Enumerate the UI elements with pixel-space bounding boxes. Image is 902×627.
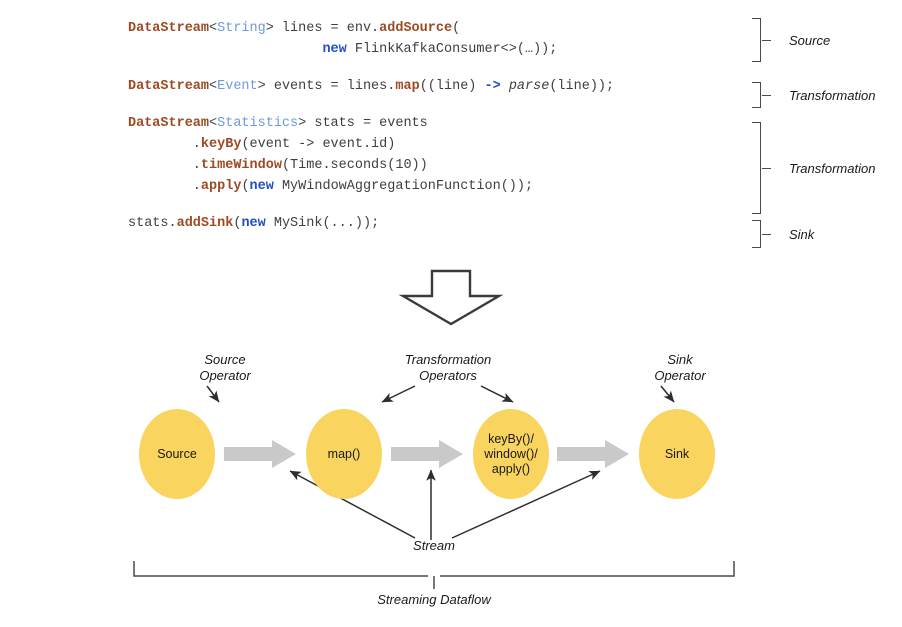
code-token-kw: ->	[484, 79, 501, 94]
code-line: .keyBy(event -> event.id)	[128, 134, 748, 155]
curly-brace-icon	[752, 82, 771, 108]
code-token-kw: new	[249, 179, 274, 194]
code-token-kw: new	[322, 42, 347, 57]
code-token-plain: MyWindowAggregationFunction());	[273, 179, 534, 194]
code-token-plain: > lines = env.	[265, 21, 380, 36]
flow-arrow-source-to-map	[224, 440, 296, 468]
code-token-plain: stats.	[128, 216, 177, 231]
code-line: new FlinkKafkaConsumer<>(…));	[128, 39, 748, 60]
node-map[interactable]: map()	[306, 409, 382, 499]
annotation-source-0: Source	[752, 18, 830, 62]
node-label: keyBy()/ window()/ apply()	[484, 431, 538, 476]
code-token-plain: .	[128, 179, 201, 194]
flink-dataflow-figure: DataStream<String> lines = env.addSource…	[0, 0, 902, 627]
code-token-type: DataStream	[128, 116, 210, 131]
pointer-transformation-to-map	[381, 385, 416, 403]
annotation-label: Transformation	[789, 160, 876, 176]
flow-arrow-keyby-to-sink	[557, 440, 629, 468]
code-token-method: apply	[200, 179, 242, 194]
flow-arrow-map-to-keyby	[391, 440, 463, 468]
code-token-plain: (Time.seconds(10))	[281, 158, 428, 173]
code-snippet: DataStream<String> lines = env.addSource…	[128, 18, 748, 234]
code-token-plain: > events = lines.	[257, 79, 396, 94]
code-token-plain: FlinkKafkaConsumer<>(…));	[346, 42, 558, 57]
code-token-method: addSource	[379, 21, 453, 36]
code-token-method: addSink	[176, 216, 234, 231]
dataflow-brace	[133, 561, 735, 577]
streaming-dataflow-label: Streaming Dataflow	[377, 592, 491, 607]
code-token-method: keyBy	[200, 137, 242, 152]
code-token-kw: new	[241, 216, 266, 231]
sink-operator-label: Sink Operator	[654, 352, 706, 383]
code-token-type: DataStream	[128, 21, 210, 36]
down-arrow-icon	[398, 269, 504, 326]
code-token-plain: > stats = events	[298, 116, 428, 131]
code-token-plain: <	[209, 79, 218, 94]
code-line: stats.addSink(new MySink(...));	[128, 213, 748, 234]
code-token-plain: (event -> event.id)	[241, 137, 396, 152]
curly-brace-icon	[752, 220, 771, 248]
code-token-method: timeWindow	[200, 158, 282, 173]
curly-brace-icon	[752, 122, 771, 214]
annotation-label: Source	[789, 32, 831, 48]
code-token-italic: parse	[508, 79, 550, 94]
node-label: Source	[157, 446, 197, 461]
code-line: .apply(new MyWindowAggregationFunction()…	[128, 176, 748, 197]
code-token-plain: (	[452, 21, 461, 36]
node-sink[interactable]: Sink	[639, 409, 715, 499]
code-token-type: DataStream	[128, 79, 210, 94]
code-line: DataStream<Statistics> stats = events	[128, 113, 748, 134]
code-token-plain: <	[209, 116, 218, 131]
annotation-transformation-1: Transformation	[752, 82, 875, 108]
code-line: DataStream<String> lines = env.addSource…	[128, 18, 748, 39]
code-token-plain: .	[128, 137, 201, 152]
code-token-gen: Event	[217, 79, 258, 94]
annotation-sink-3: Sink	[752, 220, 814, 248]
source-operator-label: Source Operator	[199, 352, 251, 383]
code-token-plain: (	[241, 179, 250, 194]
pointer-source-operator	[206, 385, 220, 403]
code-token-method: map	[395, 79, 420, 94]
code-token-plain: <	[209, 21, 218, 36]
code-token-gen: String	[217, 21, 266, 36]
pointer-transformation-to-keyby	[480, 385, 514, 403]
node-keyby[interactable]: keyBy()/ window()/ apply()	[473, 409, 549, 499]
node-label: map()	[327, 446, 361, 461]
code-token-gen: Statistics	[217, 116, 299, 131]
code-token-plain: .	[128, 158, 201, 173]
annotation-label: Sink	[789, 226, 815, 242]
node-label: Sink	[664, 446, 690, 461]
code-token-plain: (line));	[549, 79, 615, 94]
curly-brace-icon	[752, 18, 771, 62]
stream-label: Stream	[413, 538, 455, 553]
code-line: .timeWindow(Time.seconds(10))	[128, 155, 748, 176]
annotation-transformation-2: Transformation	[752, 122, 875, 214]
code-line: DataStream<Event> events = lines.map((li…	[128, 76, 748, 97]
annotation-label: Transformation	[789, 87, 876, 103]
code-token-plain: ((line)	[419, 79, 485, 94]
node-source[interactable]: Source	[139, 409, 215, 499]
pointer-sink-operator	[660, 385, 675, 403]
code-token-plain: MySink(...));	[265, 216, 380, 231]
transformation-operators-label: Transformation Operators	[404, 352, 492, 383]
